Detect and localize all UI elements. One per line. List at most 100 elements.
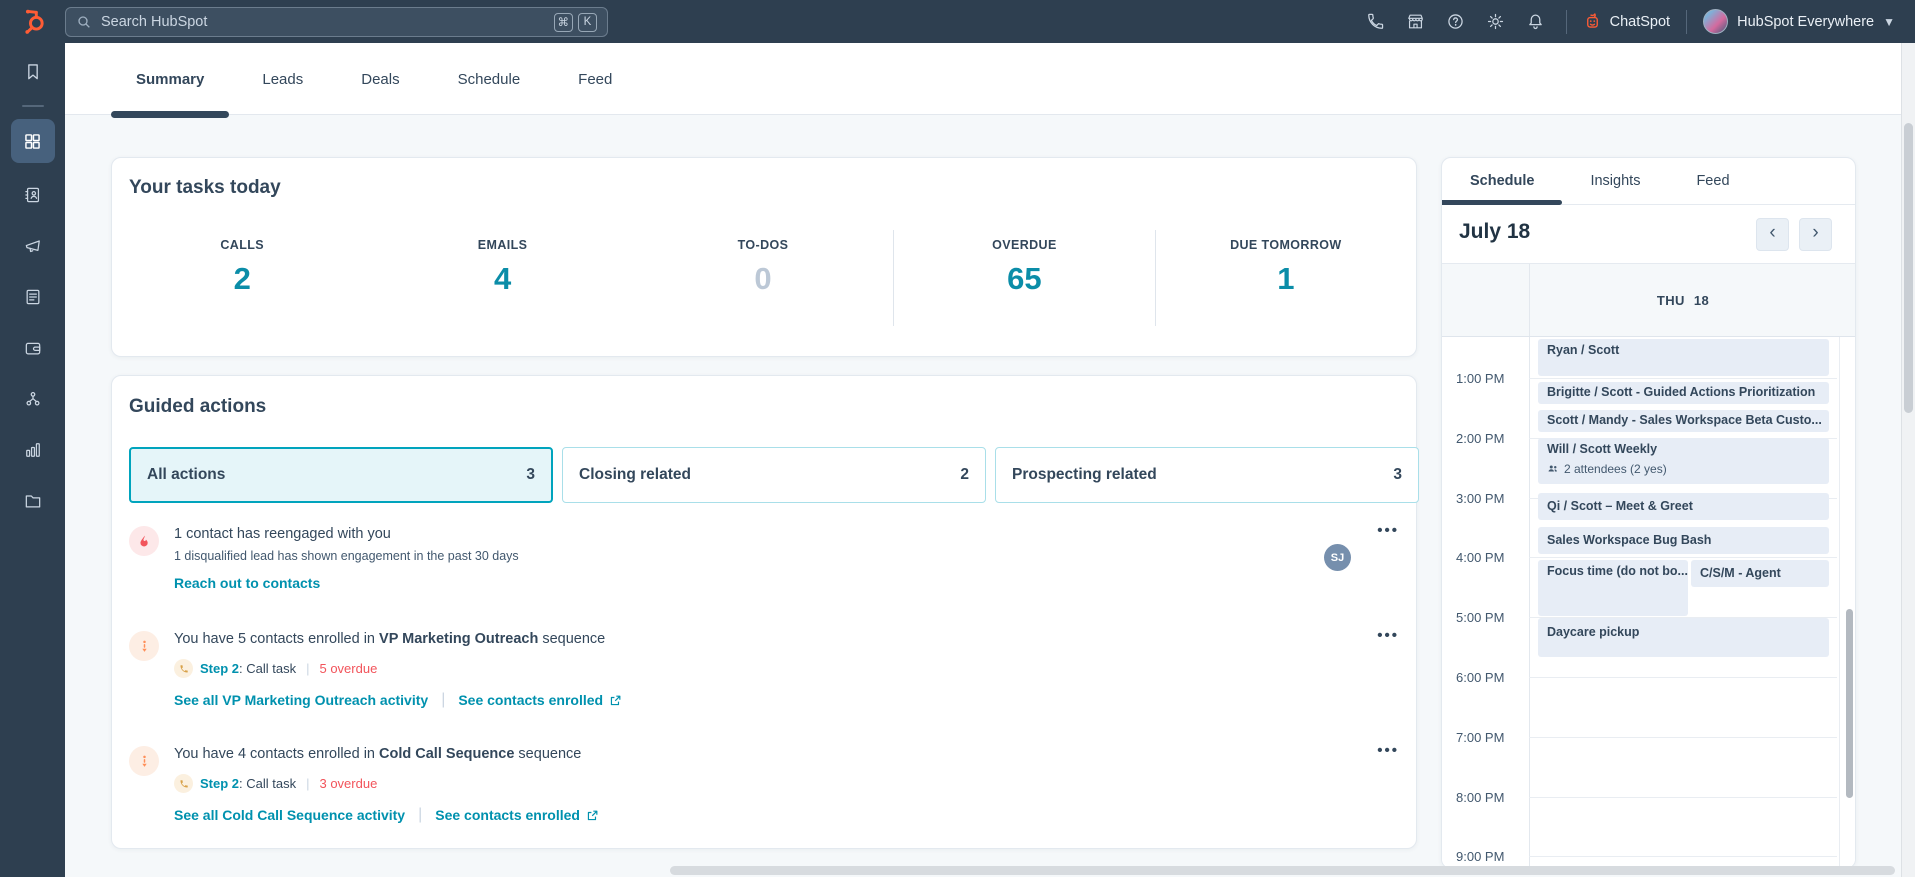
guided-filters: All actions 3 Closing related 2 Prospect… [129,447,1419,503]
hour-line [1529,677,1837,678]
stat-overdue[interactable]: OVERDUE 65 [893,230,1154,326]
hour-line [1529,856,1837,857]
vertical-scrollbar[interactable] [1901,43,1915,877]
separator: | [306,776,309,791]
guided-item-body: You have 5 contacts enrolled in VP Marke… [174,631,1319,709]
global-search-input[interactable]: Search HubSpot ⌘ K [65,7,608,37]
panel-tab-feed[interactable]: Feed [1668,158,1757,204]
time-label: 8:00 PM [1456,790,1522,805]
event-ryan-scott[interactable]: Ryan / Scott [1538,339,1829,376]
topbar-actions: ChatSpot HubSpot Everywhere ▼ [1356,0,1901,43]
event-focus-time[interactable]: Focus time (do not bo... [1538,560,1688,616]
attendees-icon [1547,463,1559,475]
event-scott-mandy[interactable]: Scott / Mandy - Sales Workspace Beta Cus… [1538,410,1829,432]
see-activity-link[interactable]: See all VP Marketing Outreach activity [174,692,428,708]
panel-tab-insights[interactable]: Insights [1562,158,1668,204]
filter-prospecting-related[interactable]: Prospecting related 3 [995,447,1419,503]
calendar-body: 1:00 PM 2:00 PM 3:00 PM 4:00 PM 5:00 PM … [1442,337,1855,869]
time-label: 3:00 PM [1456,491,1522,506]
search-icon [76,14,92,30]
see-contacts-link[interactable]: See contacts enrolled [458,692,603,708]
contact-avatar[interactable]: SJ [1324,544,1351,571]
marketplace-icon[interactable] [1396,0,1436,43]
stat-calls[interactable]: CALLS 2 [112,230,372,326]
sidebar-item-marketing[interactable] [14,227,52,265]
sidebar-item-reporting[interactable] [14,431,52,469]
guided-item-title: 1 contact has reengaged with you [174,526,1319,542]
links-row: See all VP Marketing Outreach activity |… [174,691,1319,709]
next-day-button[interactable]: › [1799,218,1832,251]
active-tab-underline [111,111,229,118]
panel-tab-schedule[interactable]: Schedule [1442,158,1562,204]
call-task-icon [174,774,193,793]
stat-emails[interactable]: EMAILS 4 [372,230,632,326]
tab-summary[interactable]: Summary [111,43,229,115]
workspace-tabs: Summary Leads Deals Schedule Feed [111,43,637,115]
app-sidebar [0,43,65,877]
schedule-panel-tabs: Schedule Insights Feed [1442,158,1855,205]
chevron-down-icon: ▼ [1883,15,1895,29]
filter-all-actions[interactable]: All actions 3 [129,447,553,503]
filter-closing-related[interactable]: Closing related 2 [562,447,986,503]
horizontal-scrollbar[interactable] [65,864,1901,877]
vertical-scrollbar-thumb[interactable] [1904,123,1913,413]
settings-icon[interactable] [1476,0,1516,43]
stat-todos[interactable]: TO-DOS 0 [633,230,893,326]
chatspot-label: ChatSpot [1610,14,1670,30]
chatspot-button[interactable]: ChatSpot [1577,12,1676,31]
account-label: HubSpot Everywhere [1737,14,1874,30]
step-label: Step 2 [200,661,239,676]
guided-item-right: ••• [1319,746,1399,824]
help-icon[interactable] [1436,0,1476,43]
links-row: See all Cold Call Sequence activity | Se… [174,806,1319,824]
tab-leads[interactable]: Leads [237,43,328,115]
chevron-left-icon: ‹ [1769,222,1775,244]
hour-line [1529,557,1837,558]
see-contacts-link[interactable]: See contacts enrolled [435,807,580,823]
notifications-icon[interactable] [1516,0,1556,43]
guided-item-right: ••• [1319,631,1399,709]
hour-line [1529,378,1837,379]
guided-item-body: You have 4 contacts enrolled in Cold Cal… [174,746,1319,824]
horizontal-scrollbar-thumb[interactable] [670,866,1895,875]
overflow-menu-icon[interactable]: ••• [1377,631,1399,641]
see-activity-link[interactable]: See all Cold Call Sequence activity [174,807,405,823]
event-brigitte-scott[interactable]: Brigitte / Scott - Guided Actions Priori… [1538,382,1829,404]
sidebar-item-workspace-active[interactable] [11,119,55,163]
sidebar-item-library[interactable] [14,482,52,520]
tab-schedule[interactable]: Schedule [433,43,546,115]
time-label: 6:00 PM [1456,670,1522,685]
time-label: 4:00 PM [1456,550,1522,565]
step-row: Step 2: Call task | 3 overdue [174,774,1319,793]
event-will-scott-weekly[interactable]: Will / Scott Weekly 2 attendees (2 yes) [1538,438,1829,484]
overdue-count: 3 overdue [319,776,377,791]
calendar-scrollbar-thumb[interactable] [1846,609,1853,798]
reach-out-link[interactable]: Reach out to contacts [174,575,320,591]
sequence-icon [129,631,159,661]
sidebar-item-bookmarks[interactable] [14,53,52,91]
day-name: THU [1657,293,1685,308]
sidebar-item-automations[interactable] [14,380,52,418]
tab-deals[interactable]: Deals [336,43,424,115]
overflow-menu-icon[interactable]: ••• [1377,746,1399,756]
event-bug-bash[interactable]: Sales Workspace Bug Bash [1538,527,1829,554]
event-csm-agent[interactable]: C/S/M - Agent [1691,560,1829,587]
chatspot-icon [1583,12,1602,31]
guided-item-right: ••• SJ [1319,526,1399,593]
overflow-menu-icon[interactable]: ••• [1377,526,1399,536]
hubspot-logo-icon[interactable] [20,8,47,35]
time-label: 1:00 PM [1456,371,1522,386]
sidebar-item-content[interactable] [14,278,52,316]
stat-due-tomorrow[interactable]: DUE TOMORROW 1 [1155,230,1416,326]
event-qi-scott[interactable]: Qi / Scott – Meet & Greet [1538,493,1829,520]
step-label: Step 2 [200,776,239,791]
prev-day-button[interactable]: ‹ [1756,218,1789,251]
separator: | [441,691,445,709]
call-icon[interactable] [1356,0,1396,43]
sidebar-item-crm[interactable] [14,176,52,214]
event-daycare-pickup[interactable]: Daycare pickup [1538,618,1829,657]
sidebar-item-commerce[interactable] [14,329,52,367]
account-menu[interactable]: HubSpot Everywhere ▼ [1697,9,1901,34]
top-navigation-bar: Search HubSpot ⌘ K [0,0,1915,43]
tab-feed[interactable]: Feed [553,43,637,115]
